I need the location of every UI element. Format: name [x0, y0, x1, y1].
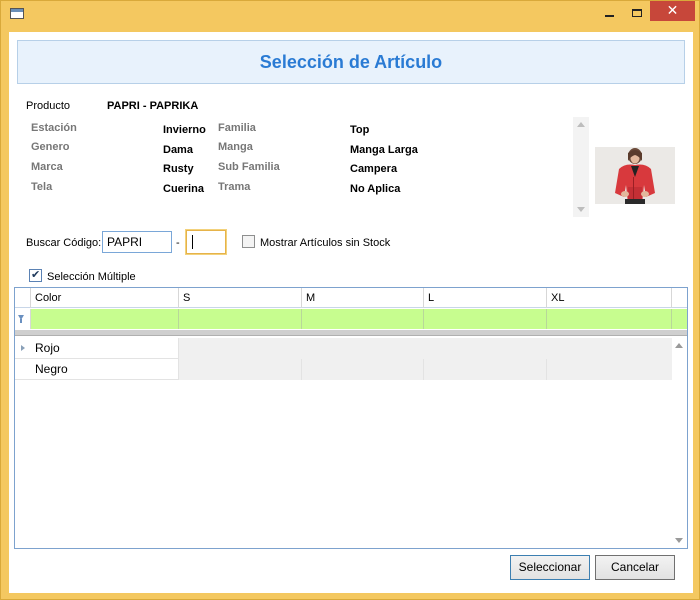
- sub-familia-value: Campera: [350, 163, 398, 175]
- size-cell-l[interactable]: [424, 359, 547, 380]
- code-separator: -: [176, 237, 180, 249]
- size-cell-xl[interactable]: [547, 359, 673, 380]
- filter-gutter: [15, 309, 31, 329]
- cancel-button[interactable]: Cancelar: [595, 555, 675, 580]
- select-button-label: Seleccionar: [518, 560, 582, 574]
- row-pointer-icon: [21, 345, 25, 351]
- marca-label: Marca: [31, 161, 63, 173]
- product-label: Producto: [26, 100, 71, 112]
- row-indicator: [15, 359, 31, 380]
- familia-value: Top: [350, 124, 370, 136]
- article-grid[interactable]: Color S M L XL Rojo Negro: [14, 287, 688, 549]
- product-photo: [595, 147, 675, 204]
- trama-label: Trama: [218, 181, 251, 193]
- minimize-button[interactable]: [597, 1, 621, 23]
- size-cell-m[interactable]: [302, 359, 424, 380]
- filter-cell-l[interactable]: [424, 309, 547, 329]
- manga-label: Manga: [218, 141, 253, 153]
- code-input[interactable]: [102, 231, 172, 253]
- column-header-l[interactable]: L: [424, 288, 547, 308]
- filter-row[interactable]: [15, 309, 687, 329]
- minimize-icon: [604, 14, 614, 17]
- row-color-cell[interactable]: Rojo: [31, 338, 179, 359]
- scroll-down-icon[interactable]: [675, 538, 683, 543]
- cancel-button-label: Cancelar: [610, 560, 660, 574]
- scroll-down-icon[interactable]: [577, 207, 585, 212]
- estacion-label: Estación: [31, 122, 77, 134]
- table-row[interactable]: Negro: [15, 359, 673, 380]
- app-icon: [10, 8, 24, 19]
- manga-value: Manga Larga: [350, 144, 418, 156]
- estacion-value: Invierno: [163, 124, 206, 136]
- column-header-m[interactable]: M: [302, 288, 424, 308]
- header-gutter: [15, 288, 31, 308]
- grid-separator: [15, 330, 687, 336]
- filter-cell-color[interactable]: [31, 309, 179, 329]
- select-button[interactable]: Seleccionar: [510, 555, 590, 580]
- dialog-content: Selección de Artículo Producto PAPRI - P…: [9, 32, 693, 593]
- column-header-color[interactable]: Color: [31, 288, 179, 308]
- title-bar[interactable]: ✕: [1, 1, 699, 25]
- tela-value: Cuerina: [163, 183, 204, 195]
- sub-familia-label: Sub Familia: [218, 161, 280, 173]
- grid-scrollbar[interactable]: [672, 338, 687, 548]
- show-without-stock-label[interactable]: Mostrar Artículos sin Stock: [260, 237, 390, 249]
- window-frame: ✕ Selección de Artículo Producto PAPRI -…: [0, 0, 700, 600]
- product-value: PAPRI - PAPRIKA: [107, 100, 199, 112]
- close-icon: ✕: [666, 3, 679, 19]
- table-row[interactable]: Rojo: [15, 338, 673, 359]
- maximize-button[interactable]: [625, 1, 649, 23]
- grid-header: Color S M L XL: [15, 288, 687, 308]
- size-cell-s[interactable]: [179, 359, 302, 380]
- filter-cell-s[interactable]: [179, 309, 302, 329]
- familia-label: Familia: [218, 122, 256, 134]
- product-image: [595, 147, 675, 204]
- row-color-cell[interactable]: Negro: [31, 359, 179, 380]
- row-indicator: [15, 338, 31, 359]
- maximize-icon: [632, 8, 642, 17]
- close-button[interactable]: ✕: [650, 1, 695, 21]
- tela-label: Tela: [31, 181, 53, 193]
- genero-value: Dama: [163, 144, 193, 156]
- genero-label: Genero: [31, 141, 70, 153]
- multi-select-checkbox[interactable]: [29, 268, 42, 282]
- scroll-up-icon[interactable]: [675, 343, 683, 348]
- marca-value: Rusty: [163, 163, 194, 175]
- image-scrollbar[interactable]: [573, 117, 589, 217]
- search-code-label: Buscar Código:: [26, 237, 102, 249]
- multi-select-label[interactable]: Selección Múltiple: [47, 271, 136, 283]
- row-empty-sizes: [179, 338, 673, 359]
- text-cursor: [192, 235, 193, 249]
- dialog-title: Selección de Artículo: [17, 40, 685, 84]
- column-header-xl[interactable]: XL: [547, 288, 672, 308]
- show-without-stock-checkbox[interactable]: [242, 235, 255, 248]
- filter-cell-xl[interactable]: [547, 309, 672, 329]
- filter-cell-m[interactable]: [302, 309, 424, 329]
- scroll-up-icon[interactable]: [577, 122, 585, 127]
- trama-value: No Aplica: [350, 183, 401, 195]
- column-header-s[interactable]: S: [179, 288, 302, 308]
- filter-icon[interactable]: [18, 315, 24, 323]
